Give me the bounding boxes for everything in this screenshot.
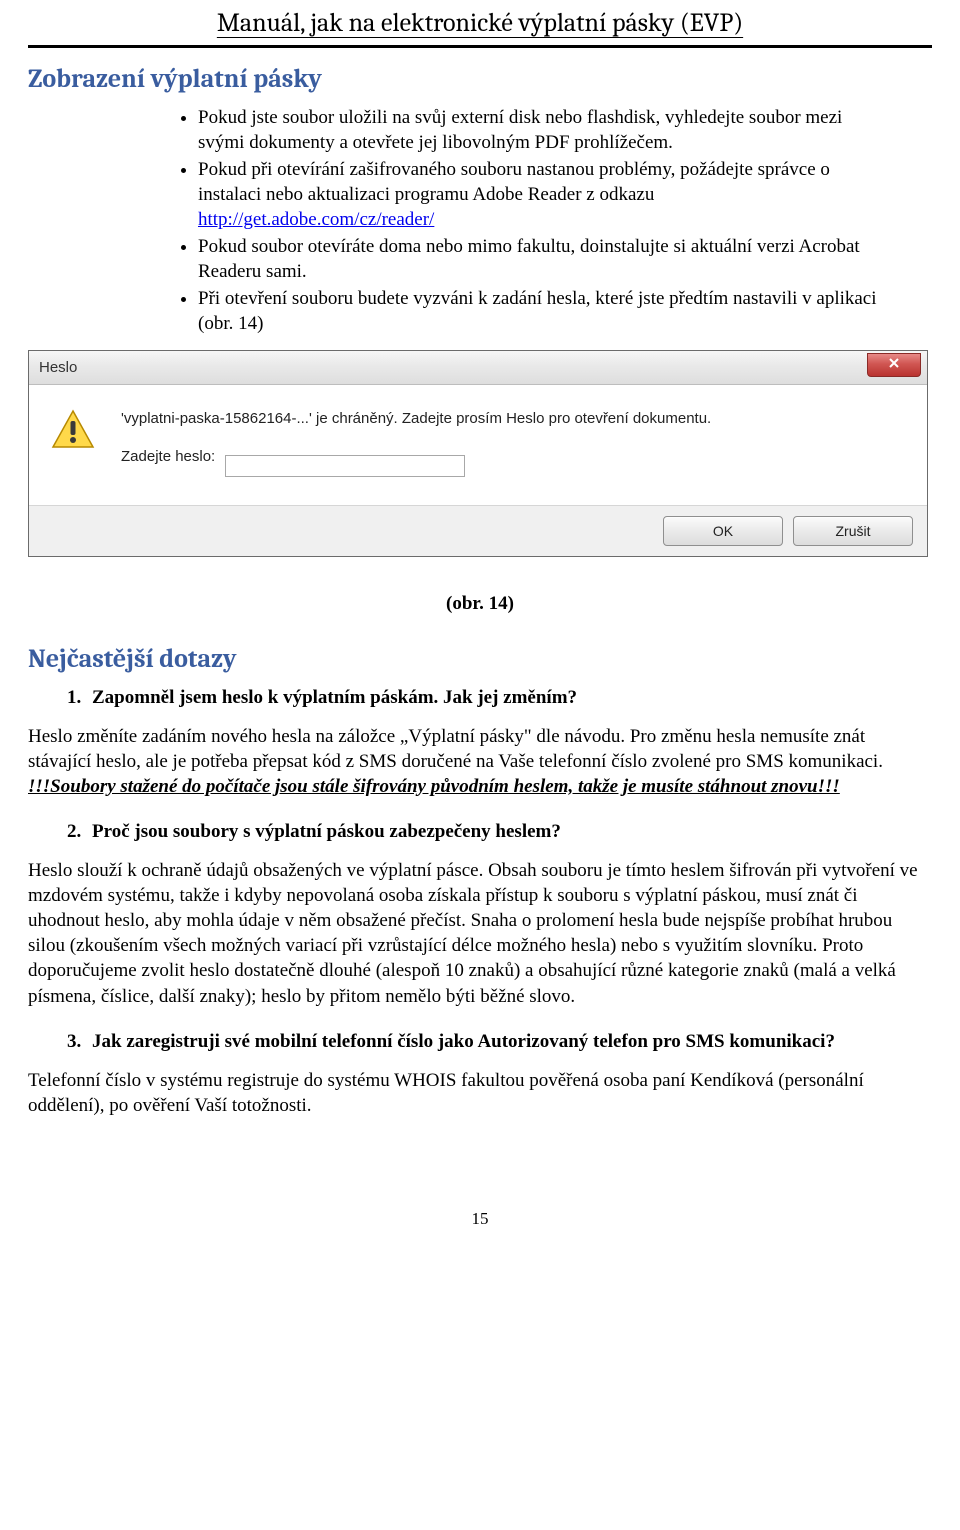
faq-item-3: Jak zaregistruji své mobilní telefonní č… <box>86 1029 932 1054</box>
dialog-titlebar: Heslo <box>29 351 927 385</box>
password-dialog: Heslo 'vyplatni-paska-15862164-...' je c… <box>28 350 928 557</box>
bullet-text: Pokud při otevírání zašifrovaného soubor… <box>198 159 830 205</box>
adobe-reader-link[interactable]: http://get.adobe.com/cz/reader/ <box>198 209 434 230</box>
cancel-button[interactable]: Zrušit <box>793 516 913 546</box>
list-item: Při otevření souboru budete vyzváni k za… <box>198 286 884 336</box>
figure-caption: (obr. 14) <box>28 591 932 616</box>
bullet-text: Pokud jste soubor uložili na svůj extern… <box>198 107 842 153</box>
faq-answer-3: Telefonní číslo v systému registruje do … <box>28 1068 932 1118</box>
faq-answer-1: Heslo změníte zadáním nového hesla na zá… <box>28 724 932 799</box>
dialog-title: Heslo <box>39 358 77 378</box>
password-dialog-screenshot: Heslo 'vyplatni-paska-15862164-...' je c… <box>28 350 932 557</box>
faq-item-1: Zapomněl jsem heslo k výplatním páskám. … <box>86 685 932 710</box>
bullet-text: Pokud soubor otevíráte doma nebo mimo fa… <box>198 236 860 282</box>
section-heading-faq: Nejčastější dotazy <box>28 642 932 676</box>
faq-answer-1-text: Heslo změníte zadáním nového hesla na zá… <box>28 726 883 772</box>
dialog-message: 'vyplatni-paska-15862164-...' je chráněn… <box>121 409 913 429</box>
list-item: Pokud při otevírání zašifrovaného soubor… <box>198 157 884 232</box>
faq-list: Zapomněl jsem heslo k výplatním páskám. … <box>86 685 932 710</box>
faq-question-1: Zapomněl jsem heslo k výplatním páskám. … <box>92 687 577 708</box>
header-rule <box>28 45 932 48</box>
list-item: Pokud soubor otevíráte doma nebo mimo fa… <box>198 234 884 284</box>
dialog-body: 'vyplatni-paska-15862164-...' je chráněn… <box>29 385 927 505</box>
faq-list: Proč jsou soubory s výplatní páskou zabe… <box>86 819 932 844</box>
faq-answer-2: Heslo slouží k ochraně údajů obsažených … <box>28 858 932 1008</box>
section-heading-zobrazeni: Zobrazení výplatní pásky <box>28 62 932 96</box>
faq-answer-1-emphasis: !!!Soubory stažené do počítače jsou stál… <box>28 776 840 797</box>
page-number: 15 <box>28 1208 932 1230</box>
close-icon <box>888 355 900 375</box>
dialog-footer: OK Zrušit <box>29 505 927 556</box>
faq-list: Jak zaregistruji své mobilní telefonní č… <box>86 1029 932 1054</box>
list-item: Pokud jste soubor uložili na svůj extern… <box>198 105 884 155</box>
faq-item-2: Proč jsou soubory s výplatní páskou zabe… <box>86 819 932 844</box>
bullet-text: Při otevření souboru budete vyzváni k za… <box>198 288 877 334</box>
password-input[interactable] <box>225 455 465 477</box>
password-input-label: Zadejte heslo: <box>121 447 215 467</box>
warning-icon <box>51 409 95 455</box>
ok-button[interactable]: OK <box>663 516 783 546</box>
bullet-list: Pokud jste soubor uložili na svůj extern… <box>198 105 932 337</box>
faq-question-3: Jak zaregistruji své mobilní telefonní č… <box>92 1031 835 1052</box>
faq-question-2: Proč jsou soubory s výplatní páskou zabe… <box>92 821 561 842</box>
close-button[interactable] <box>867 353 921 377</box>
page-header-title: Manuál, jak na elektronické výplatní pás… <box>28 0 932 43</box>
